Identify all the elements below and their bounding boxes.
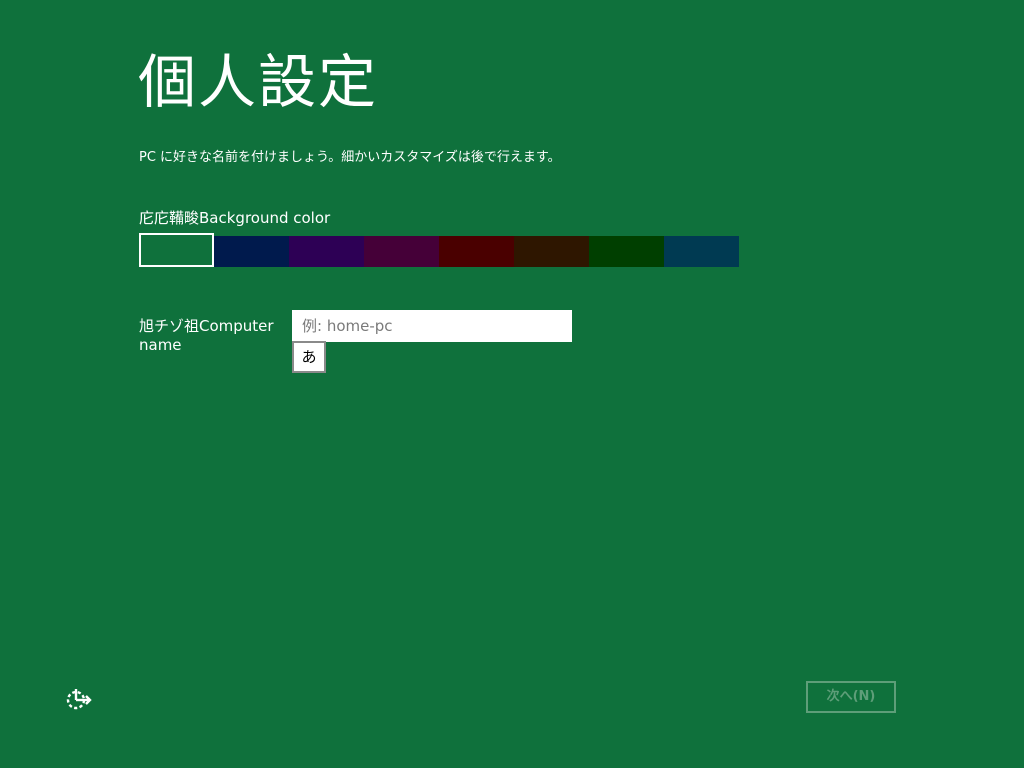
color-swatch-8[interactable] <box>664 236 739 267</box>
computer-name-input[interactable] <box>292 310 572 342</box>
color-swatch-6[interactable] <box>514 236 589 267</box>
ease-of-access-icon[interactable] <box>64 686 94 712</box>
color-swatch-4[interactable] <box>364 236 439 267</box>
ime-mode-indicator[interactable]: あ <box>292 341 326 373</box>
next-button[interactable]: 次へ(N) <box>806 681 896 713</box>
instruction-text: PC に好きな名前を付けましょう。細かいカスタマイズは後で行えます。 <box>139 150 561 165</box>
computer-name-label: 旭チゾ祖Computer name <box>139 317 274 354</box>
background-color-swatches <box>139 233 739 267</box>
color-swatch-2[interactable] <box>214 236 289 267</box>
page-title: 個人設定 <box>138 48 379 116</box>
color-swatch-1[interactable] <box>139 233 214 267</box>
color-swatch-7[interactable] <box>589 236 664 267</box>
color-swatch-3[interactable] <box>289 236 364 267</box>
background-color-label: 庀庀鞴畯Background color <box>139 209 331 227</box>
color-swatch-5[interactable] <box>439 236 514 267</box>
